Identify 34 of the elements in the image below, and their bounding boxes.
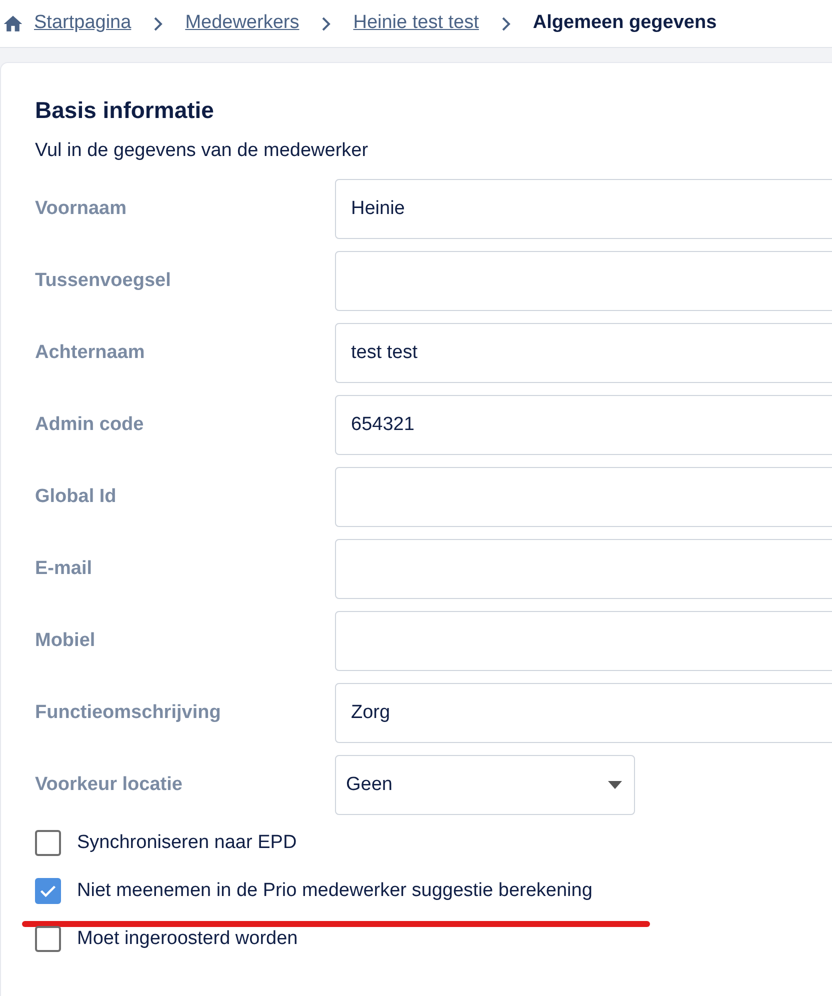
section-title: Basis informatie [35,97,215,125]
field-label: Mobiel [35,630,96,651]
field-label: E-mail [35,558,92,579]
field-label: Tussenvoegsel [35,270,171,291]
field-label: Voornaam [35,198,127,219]
breadcrumb-current: Algemeen gegevens [532,11,717,36]
breadcrumb-link[interactable]: Startpagina [34,9,132,38]
checkbox-label: Synchroniseren naar EPD [77,830,297,855]
breadcrumb-link[interactable]: Heinie test test [353,9,479,38]
dropdown-caret-icon [608,781,622,790]
chevron-icon [321,16,332,30]
field-label: Voorkeur locatie [35,774,182,795]
breadcrumb-link[interactable]: Medewerkers [185,9,300,38]
input-field[interactable] [335,539,832,600]
input-field[interactable]: Zorg [335,683,832,744]
field-label: Admin code [35,414,144,435]
field-label: Global Id [35,486,116,507]
input-field[interactable] [335,251,832,312]
chevron-icon [153,16,164,30]
checkbox-label: Niet meenemen in de Prio medewerker suggestie berekening [77,878,592,903]
input-field[interactable] [335,611,832,672]
checkbox[interactable] [35,878,61,904]
input-field[interactable] [335,467,832,528]
input-field[interactable]: test test [335,323,832,384]
checkbox[interactable] [35,926,61,952]
field-label: Functieomschrijving [35,702,221,723]
input-field[interactable]: Heinie [335,179,832,240]
section-subtitle: Vul in de gegevens van de medewerker [35,138,370,163]
checkbox[interactable] [35,830,61,856]
checkbox-label: Moet ingeroosterd worden [77,926,298,951]
select-field[interactable]: Geen [335,755,635,816]
chevron-icon [500,16,511,30]
field-label: Achternaam [35,342,145,363]
input-field[interactable]: 654321 [335,395,832,456]
